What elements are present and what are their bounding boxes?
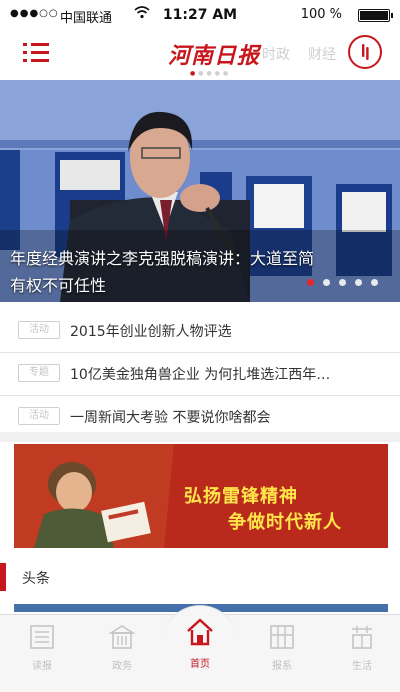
news-tag: 专题 bbox=[18, 364, 60, 382]
grid-icon bbox=[268, 623, 296, 651]
section-label: 头条 bbox=[22, 571, 50, 587]
news-item[interactable]: 专题 10亿美金独角兽企业 为何扎堆选江西年… bbox=[0, 353, 400, 396]
home-icon bbox=[186, 617, 214, 646]
menu-icon[interactable] bbox=[22, 40, 52, 66]
tab-home[interactable]: 首页 bbox=[160, 615, 240, 692]
newspaper-logo[interactable]: 河南日报 bbox=[168, 38, 260, 70]
news-list: 活动 2015年创业创新人物评选 专题 10亿美金独角兽企业 为何扎堆选江西年…… bbox=[0, 310, 400, 439]
tab-label: 报系 bbox=[272, 661, 292, 672]
carousel-pagination bbox=[307, 279, 378, 286]
tab-label: 首页 bbox=[190, 659, 210, 670]
tab-label: 生活 bbox=[352, 661, 372, 672]
news-tag: 活动 bbox=[18, 407, 60, 425]
tab-label: 政务 bbox=[112, 661, 132, 672]
life-icon bbox=[348, 623, 376, 651]
section-divider bbox=[0, 432, 400, 442]
news-title[interactable]: 一周新闻大考验 不要说你啥都会 bbox=[70, 407, 270, 427]
user-icon[interactable] bbox=[348, 35, 382, 69]
tab-press-group[interactable]: 报系 bbox=[242, 615, 322, 692]
app-header: 河南日报 时政 财经 ●●●●● bbox=[0, 30, 400, 77]
carousel-dot[interactable] bbox=[355, 279, 362, 286]
tab-read-paper[interactable]: 读报 bbox=[2, 615, 82, 692]
channel-page-indicator: ●●●●● bbox=[190, 70, 232, 77]
carousel-dot[interactable] bbox=[371, 279, 378, 286]
tab-life[interactable]: 生活 bbox=[322, 615, 400, 692]
hero-carousel[interactable]: 年度经典演讲之李克强脱稿演讲：大道至简 有权不可任性 bbox=[0, 80, 400, 302]
news-tag: 活动 bbox=[18, 321, 60, 339]
banner-slogan-1: 弘扬雷锋精神 bbox=[184, 486, 298, 507]
banner-slogan-2: 争做时代新人 bbox=[228, 512, 342, 533]
channel-tab-finance[interactable]: 财经 bbox=[308, 44, 336, 64]
section-accent-bar bbox=[0, 563, 6, 591]
news-title[interactable]: 10亿美金独角兽企业 为何扎堆选江西年… bbox=[70, 364, 330, 384]
status-bar: ●●●○○ 中国联通 11:27 AM 100 % bbox=[0, 0, 400, 30]
bottom-tab-bar: 读报 政务 首页 报系 生活 bbox=[0, 605, 400, 692]
newspaper-icon bbox=[28, 623, 56, 651]
news-title[interactable]: 2015年创业创新人物评选 bbox=[70, 321, 232, 341]
hero-caption[interactable]: 年度经典演讲之李克强脱稿演讲：大道至简 有权不可任性 bbox=[10, 245, 320, 299]
news-item[interactable]: 活动 2015年创业创新人物评选 bbox=[0, 310, 400, 353]
carousel-dot[interactable] bbox=[339, 279, 346, 286]
headline-section-header: 头条 bbox=[0, 560, 400, 594]
tab-government[interactable]: 政务 bbox=[82, 615, 162, 692]
battery-fill bbox=[360, 11, 388, 20]
carousel-dot[interactable] bbox=[323, 279, 330, 286]
battery-icon bbox=[358, 9, 393, 22]
tab-label: 读报 bbox=[32, 661, 52, 672]
channel-tab-politics[interactable]: 时政 bbox=[262, 44, 290, 64]
carousel-dot[interactable] bbox=[307, 279, 314, 286]
battery-percent: 100 % bbox=[300, 7, 342, 22]
promo-banner[interactable]: 弘扬雷锋精神 争做时代新人 bbox=[14, 444, 388, 548]
government-icon bbox=[108, 623, 136, 651]
